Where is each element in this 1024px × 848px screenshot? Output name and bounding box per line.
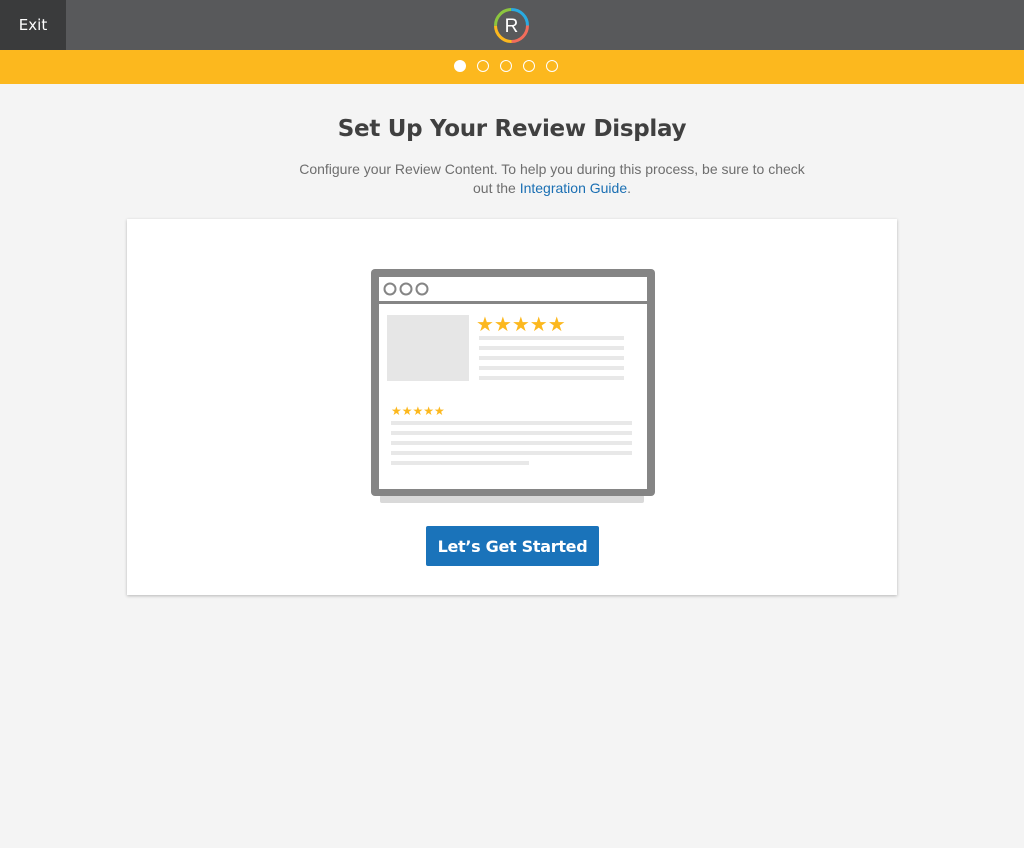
step-indicator (454, 60, 558, 74)
subtitle-period: . (627, 180, 631, 196)
review-display-illustration: ★★★★★ ★★★★★ (371, 269, 655, 503)
svg-text:★★★★★: ★★★★★ (476, 312, 566, 336)
step-dot-2 (477, 60, 489, 72)
step-dot-4 (523, 60, 535, 72)
step-dot-3 (500, 60, 512, 72)
logo-icon: R (494, 8, 529, 43)
exit-button[interactable]: Exit (0, 0, 66, 50)
setup-card: ★★★★★ ★★★★★ Let’s Get Started (127, 219, 897, 595)
page-title: Set Up Your Review Display (337, 116, 687, 142)
svg-text:R: R (505, 16, 519, 37)
step-dot-5 (546, 60, 558, 72)
integration-guide-link[interactable]: Integration Guide (520, 180, 627, 196)
svg-text:★★★★★: ★★★★★ (391, 404, 445, 418)
top-bar: Exit R (0, 0, 1024, 50)
page-subtitle: Configure your Review Content. To help y… (296, 160, 808, 198)
step-dot-1 (454, 60, 466, 72)
get-started-button[interactable]: Let’s Get Started (426, 526, 599, 566)
